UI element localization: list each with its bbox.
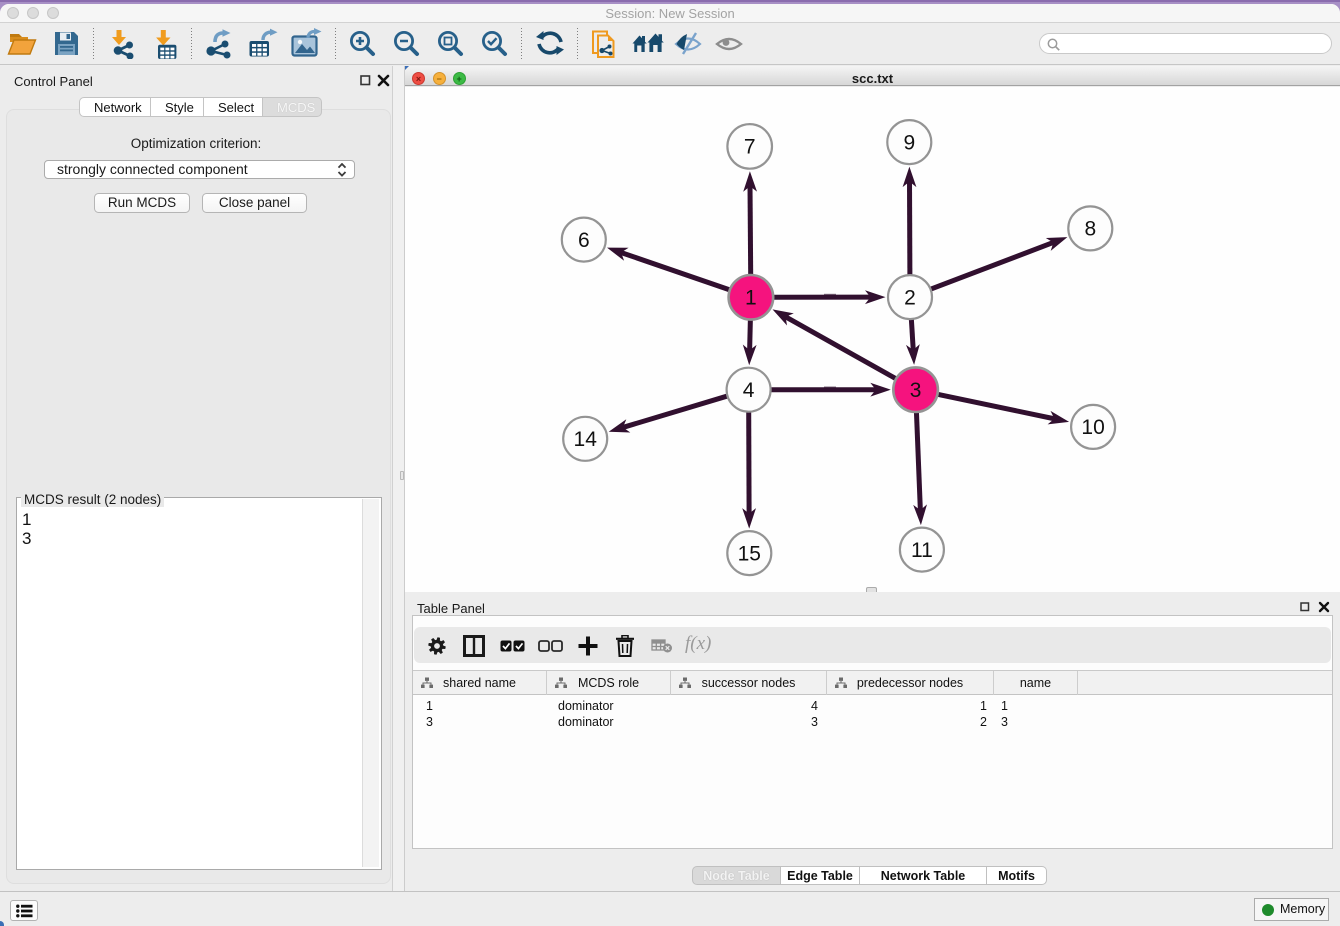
svg-text:6: 6 <box>578 229 590 252</box>
svg-text:3: 3 <box>910 379 922 402</box>
svg-text:9: 9 <box>903 131 915 154</box>
svg-text:14: 14 <box>574 428 598 451</box>
svg-text:15: 15 <box>738 542 761 565</box>
svg-text:8: 8 <box>1084 218 1096 241</box>
svg-text:11: 11 <box>911 539 933 562</box>
svg-text:10: 10 <box>1081 416 1104 439</box>
svg-text:2: 2 <box>904 286 916 309</box>
svg-text:7: 7 <box>744 136 756 159</box>
svg-text:4: 4 <box>743 379 755 402</box>
svg-text:1: 1 <box>745 287 757 310</box>
